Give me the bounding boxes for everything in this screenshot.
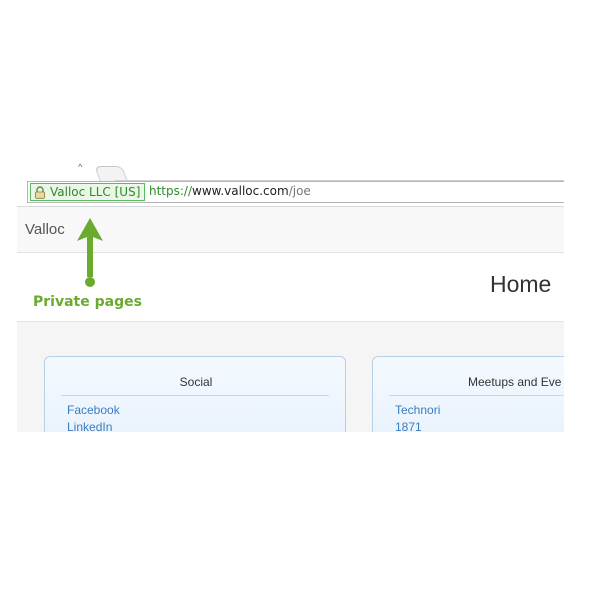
link-technori[interactable]: Technori (395, 403, 440, 417)
caret-up-icon: ^ (78, 162, 83, 172)
ev-certificate-badge[interactable]: Valloc LLC [US] (30, 183, 146, 201)
url-host: www.valloc.com (192, 184, 289, 198)
address-bar[interactable]: Valloc LLC [US] https://www.valloc.com/j… (27, 181, 564, 203)
page-title: Home (490, 271, 552, 297)
panel-title: Social (179, 375, 213, 389)
social-panel: Social Facebook LinkedIn (44, 356, 346, 432)
panel-divider (389, 395, 564, 396)
url-scheme: https:// (149, 184, 193, 198)
panel-divider (61, 395, 329, 396)
tab-strip: ^ (17, 160, 564, 181)
meetups-panel: Meetups and Eve Technori 1871 (372, 356, 564, 432)
link-facebook[interactable]: Facebook (67, 403, 120, 417)
annotation-arrow-icon (77, 218, 103, 287)
link-1871[interactable]: 1871 (395, 420, 422, 432)
annotation-label: Private pages (33, 294, 142, 310)
brand-link[interactable]: Valloc (25, 221, 65, 238)
new-tab-button[interactable] (94, 166, 128, 181)
browser-screenshot: ^ Valloc LLC [US] https://www.valloc.com… (17, 160, 564, 432)
url-text[interactable]: https://www.valloc.com/joe (149, 184, 311, 198)
panel-title: Meetups and Eve (468, 375, 562, 389)
url-path: /joe (288, 184, 311, 198)
ev-badge-label: Valloc LLC [US] (50, 185, 141, 199)
lock-icon (35, 185, 45, 199)
main-content: Social Facebook LinkedIn Meetups and Eve… (17, 322, 564, 432)
link-linkedin[interactable]: LinkedIn (67, 420, 112, 432)
